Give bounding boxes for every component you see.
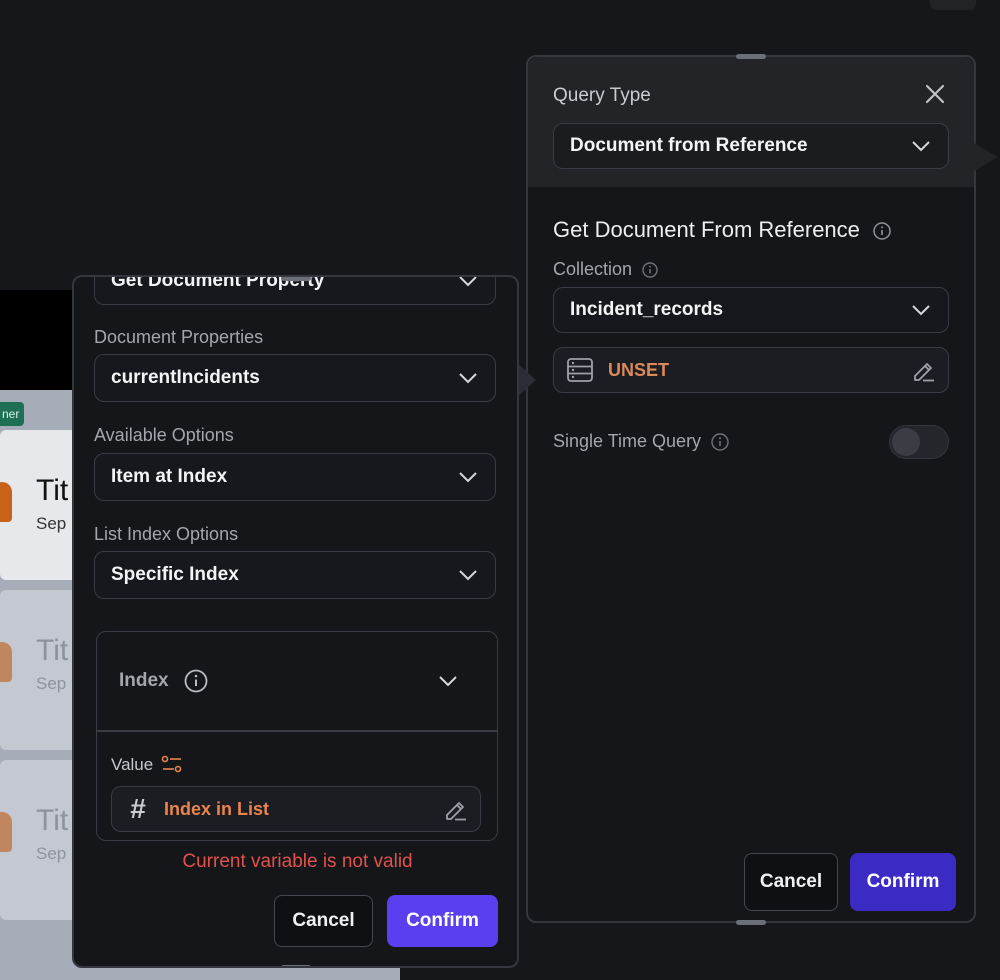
- corner-button[interactable]: [930, 0, 976, 10]
- query-panel: Query Type Document from Reference Get D…: [516, 54, 998, 925]
- list-index-options-select[interactable]: Specific Index: [94, 551, 496, 599]
- chevron-down-icon: [459, 373, 477, 384]
- background-tag: ner: [0, 402, 24, 426]
- bell-icon: [0, 642, 12, 682]
- chevron-down-icon: [439, 676, 457, 687]
- chevron-down-icon: [459, 570, 477, 581]
- confirm-button[interactable]: Confirm: [387, 895, 498, 947]
- document-properties-value: currentIncidents: [111, 367, 260, 388]
- hash-icon: #: [130, 793, 146, 824]
- variable-settings-icon[interactable]: [161, 754, 183, 776]
- list-index-options-value: Specific Index: [111, 564, 239, 585]
- info-icon[interactable]: [641, 261, 659, 279]
- document-properties-select[interactable]: currentIncidents: [94, 354, 496, 402]
- value-label: Value: [111, 755, 154, 774]
- card-title: Tit: [36, 474, 69, 507]
- drag-handle-top[interactable]: [736, 54, 766, 59]
- drag-handle-bottom[interactable]: [736, 920, 766, 925]
- drag-handle-top[interactable]: [281, 277, 311, 281]
- confirm-button[interactable]: Confirm: [850, 853, 956, 911]
- index-value-field[interactable]: # Index in List: [111, 786, 481, 832]
- document-property-panel: Get Document Property Document Propertie…: [72, 275, 519, 968]
- pointer-arrow-icon: [516, 362, 536, 398]
- error-message: Current variable is not valid: [182, 851, 413, 872]
- close-icon[interactable]: [924, 83, 946, 105]
- section-title: Get Document From Reference: [553, 217, 892, 243]
- card-subtitle: Sep: [36, 674, 67, 693]
- index-section: Index Value # Index in List: [96, 631, 498, 841]
- drag-handle-bottom[interactable]: [281, 965, 311, 966]
- index-header[interactable]: Index: [97, 632, 497, 730]
- toggle-knob: [892, 428, 920, 456]
- collection-label-text: Collection: [553, 259, 633, 279]
- info-icon[interactable]: [183, 668, 209, 694]
- card-title: Tit: [36, 634, 69, 667]
- chevron-down-icon: [459, 277, 477, 287]
- single-time-query-text: Single Time Query: [553, 431, 702, 451]
- available-options-select[interactable]: Item at Index: [94, 453, 496, 501]
- query-type-select[interactable]: Document from Reference: [553, 123, 949, 169]
- cancel-button[interactable]: Cancel: [274, 895, 373, 947]
- value-label-row: Value: [111, 754, 183, 776]
- edit-icon[interactable]: [910, 357, 936, 383]
- database-icon: [567, 358, 593, 382]
- bell-icon: [0, 482, 12, 522]
- divider: [97, 730, 497, 732]
- collection-select[interactable]: Incident_records: [553, 287, 949, 333]
- single-time-query-toggle[interactable]: [889, 425, 949, 459]
- single-time-query-label: Single Time Query: [553, 431, 730, 452]
- section-title-text: Get Document From Reference: [553, 217, 860, 242]
- chevron-down-icon: [459, 472, 477, 483]
- collection-label: Collection: [553, 259, 659, 280]
- list-index-options-label: List Index Options: [94, 524, 239, 544]
- info-icon[interactable]: [872, 221, 892, 241]
- document-properties-label: Document Properties: [94, 327, 264, 347]
- card-title: Tit: [36, 804, 69, 837]
- card-subtitle: Sep: [36, 514, 67, 533]
- query-type-value: Document from Reference: [570, 135, 808, 156]
- pointer-arrow-icon: [974, 143, 998, 171]
- info-icon[interactable]: [710, 432, 730, 452]
- chevron-down-icon: [912, 141, 930, 152]
- index-label: Index: [119, 670, 169, 691]
- cancel-button[interactable]: Cancel: [744, 853, 838, 911]
- index-value: Index in List: [164, 798, 270, 819]
- reference-field[interactable]: UNSET: [553, 347, 949, 393]
- available-options-value: Item at Index: [111, 466, 228, 487]
- card-subtitle: Sep: [36, 844, 67, 863]
- reference-value: UNSET: [608, 359, 670, 380]
- available-options-label: Available Options: [94, 425, 234, 445]
- query-type-label: Query Type: [553, 85, 651, 106]
- bell-icon: [0, 812, 12, 852]
- chevron-down-icon: [912, 305, 930, 316]
- edit-icon[interactable]: [442, 796, 468, 822]
- collection-value: Incident_records: [570, 299, 724, 320]
